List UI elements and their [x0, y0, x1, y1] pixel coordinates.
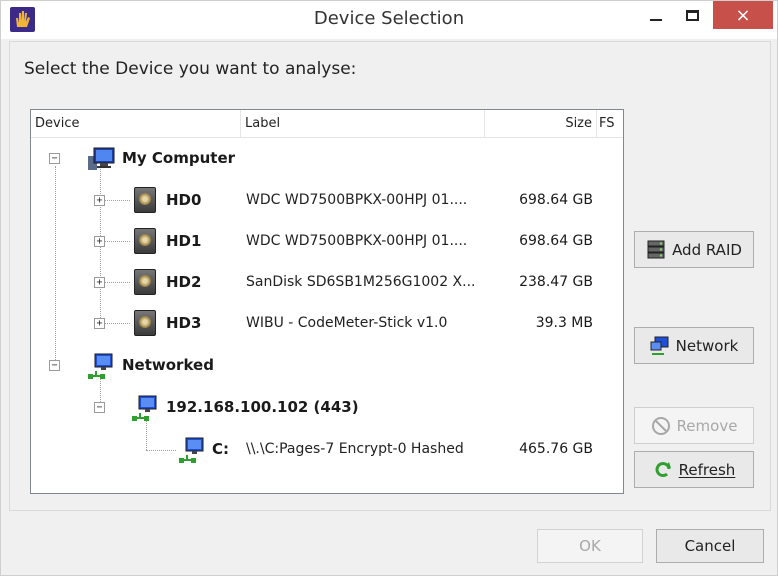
device-size: 698.64 GB — [519, 192, 593, 208]
my-computer-label: My Computer — [122, 149, 236, 167]
share-name: C: — [212, 440, 230, 458]
network-icon — [178, 436, 206, 463]
collapse-toggle[interactable]: − — [49, 153, 60, 164]
network-button[interactable]: Network — [634, 327, 754, 364]
expand-toggle[interactable]: + — [94, 318, 105, 329]
hard-disk-icon — [134, 310, 156, 336]
network-label: Network — [675, 336, 739, 355]
device-size: 698.64 GB — [519, 233, 593, 249]
ok-button[interactable]: OK — [537, 529, 643, 563]
refresh-icon — [653, 460, 673, 480]
device-name: HD3 — [166, 314, 202, 332]
tree-node-hd0[interactable]: + HD0 WDC WD7500BPKX-00HPJ 01.... 698.64… — [31, 180, 623, 220]
device-name: HD1 — [166, 232, 202, 250]
network-icon — [131, 394, 159, 421]
device-selection-window: Device Selection × Select the Device you… — [0, 0, 778, 576]
tree-node-networked[interactable]: − Networked — [31, 345, 623, 385]
close-icon: × — [735, 4, 751, 26]
expand-toggle[interactable]: + — [94, 236, 105, 247]
expand-toggle[interactable]: + — [94, 195, 105, 206]
minimize-icon — [650, 19, 662, 21]
cancel-button[interactable]: Cancel — [656, 529, 764, 563]
collapse-toggle[interactable]: − — [49, 360, 60, 371]
tree-node-hd1[interactable]: + HD1 WDC WD7500BPKX-00HPJ 01.... 698.64… — [31, 221, 623, 261]
column-header: Device Label Size FS — [31, 110, 623, 138]
minimize-button[interactable] — [641, 1, 671, 29]
device-label: WDC WD7500BPKX-00HPJ 01.... — [246, 192, 468, 208]
device-size: 39.3 MB — [535, 315, 593, 331]
computer-icon — [87, 146, 115, 170]
network-icon — [650, 336, 670, 356]
tree-node-host[interactable]: − 192.168.100.102 (443) — [31, 387, 623, 427]
device-label: WIBU - CodeMeter-Stick v1.0 — [246, 315, 448, 331]
remove-icon — [651, 416, 671, 436]
device-tree[interactable]: Device Label Size FS − My Computer + HD0… — [30, 109, 624, 494]
hard-disk-icon — [134, 269, 156, 295]
maximize-button[interactable] — [677, 1, 707, 29]
device-size: 238.47 GB — [519, 274, 593, 290]
device-label: WDC WD7500BPKX-00HPJ 01.... — [246, 233, 468, 249]
raid-icon — [646, 240, 666, 260]
title-bar: Device Selection × — [1, 1, 777, 39]
hard-disk-icon — [134, 228, 156, 254]
remove-label: Remove — [676, 416, 738, 435]
device-name: HD0 — [166, 191, 202, 209]
tree-node-share[interactable]: C: \\.\C:Pages-7 Encrypt-0 Hashed 465.76… — [31, 429, 623, 469]
expand-toggle[interactable]: + — [94, 277, 105, 288]
tree-node-hd3[interactable]: + HD3 WIBU - CodeMeter-Stick v1.0 39.3 M… — [31, 303, 623, 343]
column-device[interactable]: Device — [31, 110, 241, 138]
refresh-button[interactable]: Refresh — [634, 451, 754, 488]
tree-node-my-computer[interactable]: − My Computer — [31, 138, 623, 178]
network-icon — [87, 352, 115, 379]
column-label[interactable]: Label — [241, 110, 485, 138]
hard-disk-icon — [134, 187, 156, 213]
tree-node-hd2[interactable]: + HD2 SanDisk SD6SB1M256G1002 X... 238.4… — [31, 262, 623, 302]
add-raid-button[interactable]: Add RAID — [634, 231, 754, 268]
collapse-toggle[interactable]: − — [94, 402, 105, 413]
close-button[interactable]: × — [713, 1, 773, 29]
host-label: 192.168.100.102 (443) — [166, 398, 359, 416]
device-label: SanDisk SD6SB1M256G1002 X... — [246, 274, 476, 290]
column-size[interactable]: Size — [485, 110, 597, 138]
instruction-text: Select the Device you want to analyse: — [24, 59, 357, 79]
share-size: 465.76 GB — [519, 441, 593, 457]
refresh-label: Refresh — [678, 460, 736, 479]
remove-button[interactable]: Remove — [634, 407, 754, 444]
maximize-icon — [685, 9, 699, 21]
networked-label: Networked — [122, 356, 214, 374]
add-raid-label: Add RAID — [672, 240, 742, 259]
share-label: \\.\C:Pages-7 Encrypt-0 Hashed — [246, 441, 464, 457]
device-name: HD2 — [166, 273, 202, 291]
column-fs[interactable]: FS — [597, 110, 623, 138]
